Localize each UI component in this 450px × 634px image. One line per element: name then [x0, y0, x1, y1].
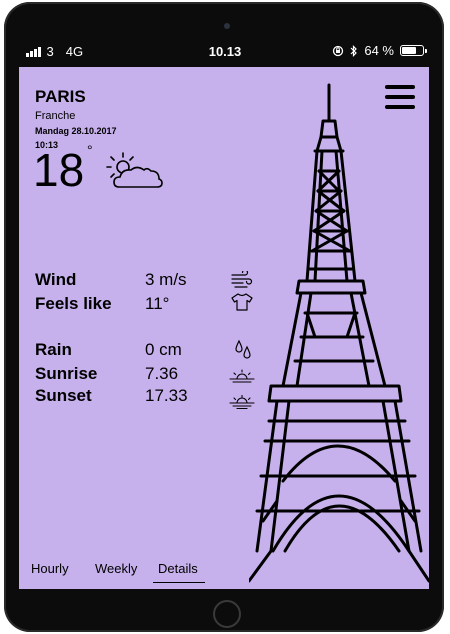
- wind-icon: [231, 271, 253, 288]
- tshirt-icon: [231, 293, 253, 311]
- active-tab-indicator: [153, 582, 205, 583]
- temperature-value: 18: [33, 144, 85, 196]
- sunset-icon: [229, 395, 255, 409]
- tab-hourly[interactable]: Hourly: [31, 561, 69, 576]
- menu-button[interactable]: [385, 85, 415, 111]
- raindrops-icon: [235, 339, 251, 359]
- status-bar: 3 4G 10.13 64 %: [20, 40, 430, 64]
- orientation-lock-icon: [333, 45, 344, 56]
- wind-label: Wind: [35, 270, 77, 289]
- battery-percent: 64 %: [364, 43, 394, 58]
- front-camera: [224, 23, 230, 29]
- temperature-degree: °: [87, 142, 93, 158]
- tab-weekly[interactable]: Weekly: [95, 561, 137, 576]
- current-date: Mandag 28.10.2017: [35, 126, 117, 136]
- tab-details[interactable]: Details: [158, 561, 198, 576]
- sunset-label: Sunset: [35, 386, 92, 405]
- feels-like-label: Feels like: [35, 294, 112, 313]
- rain-value: 0 cm: [145, 340, 182, 359]
- sunrise-icon: [229, 369, 255, 383]
- wind-value: 3 m/s: [145, 270, 187, 289]
- sunset-value: 17.33: [145, 386, 188, 405]
- sunrise-label: Sunrise: [35, 364, 98, 383]
- bottom-tabs: Hourly Weekly Details: [19, 557, 429, 587]
- city-name: PARIS: [35, 87, 86, 106]
- weather-screen: PARIS Franche Mandag 28.10.2017 10:13 18…: [19, 67, 429, 589]
- sunrise-value: 7.36: [145, 364, 179, 383]
- country-name: Franche: [35, 110, 76, 122]
- feels-like-value: 11°: [145, 294, 170, 313]
- rain-label: Rain: [35, 340, 72, 359]
- home-button[interactable]: [213, 600, 241, 628]
- status-right: 64 %: [332, 43, 427, 58]
- bluetooth-icon: [350, 44, 358, 57]
- eiffel-tower-illustration: [249, 83, 429, 583]
- partly-sunny-icon: [106, 152, 163, 188]
- battery-icon: [400, 45, 427, 56]
